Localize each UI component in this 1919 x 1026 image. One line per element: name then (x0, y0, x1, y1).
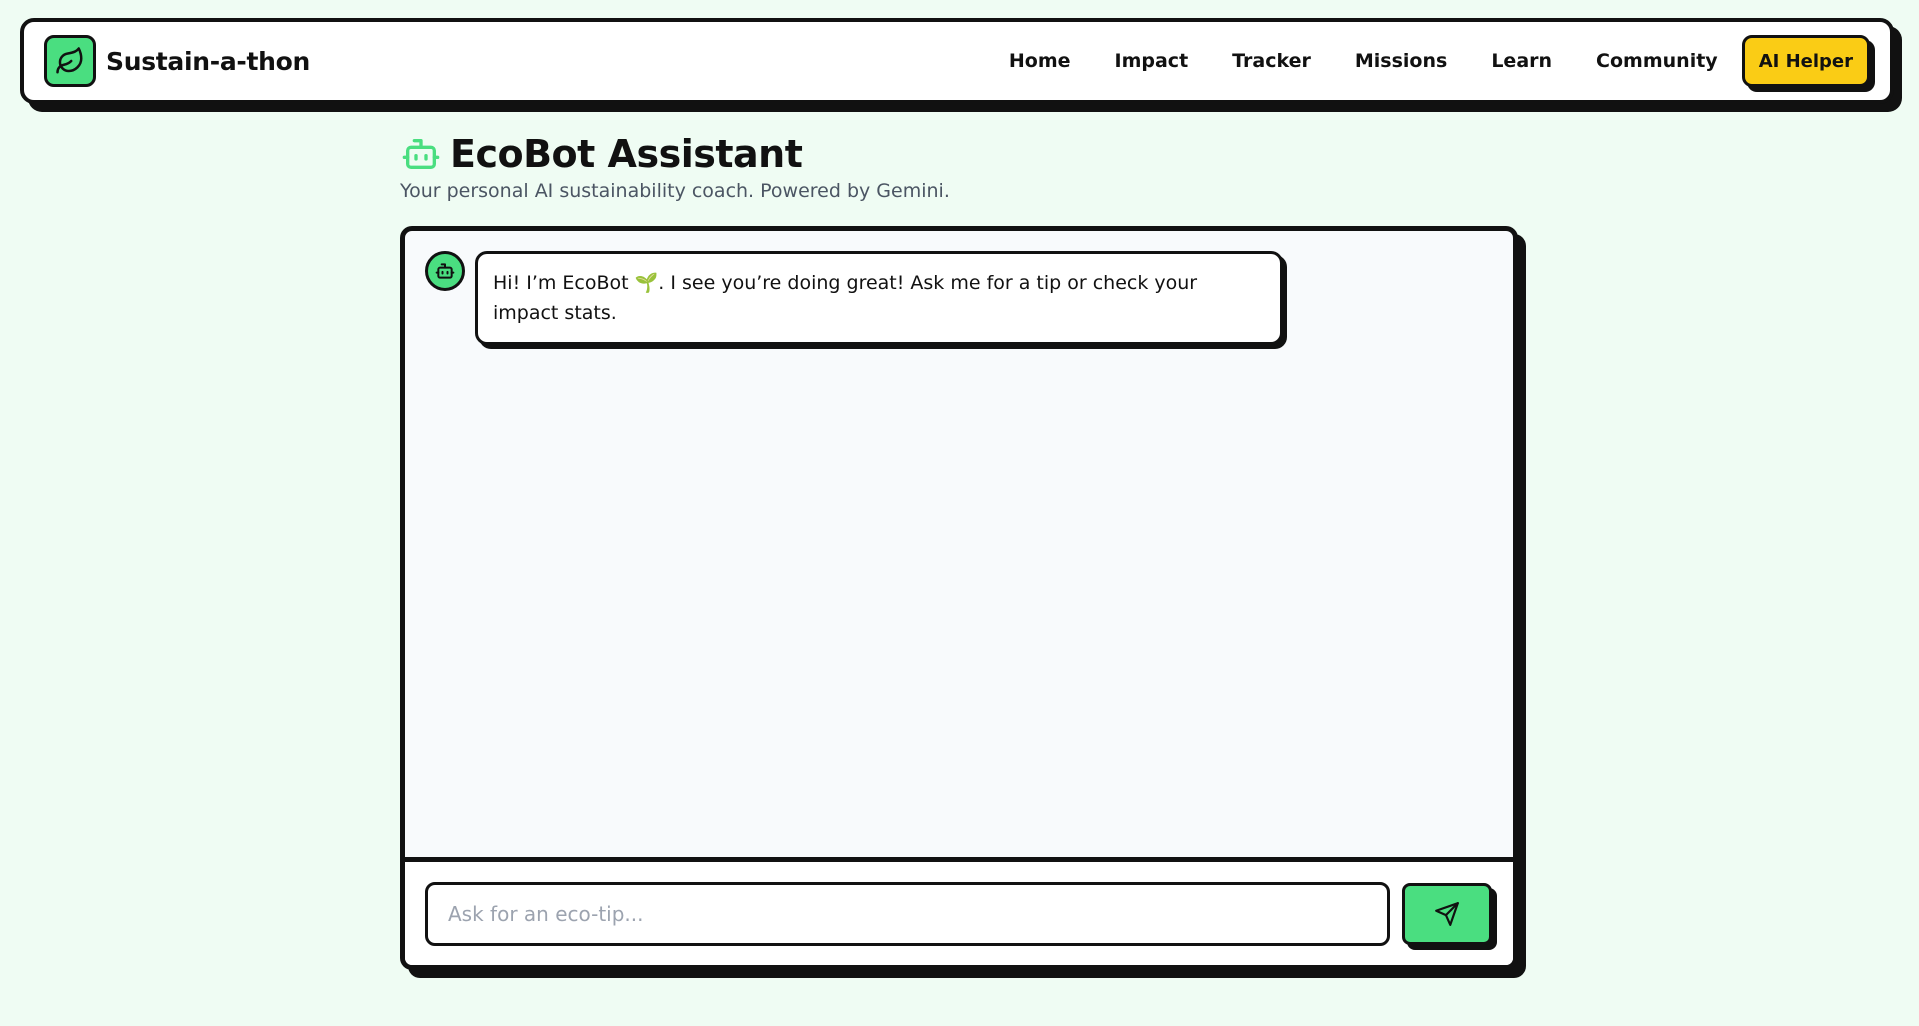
nav-link-tracker[interactable]: Tracker (1232, 50, 1311, 72)
chat-input[interactable] (425, 881, 1390, 946)
bot-message: Hi! I’m EcoBot 🌱. I see you’re doing gre… (425, 251, 1493, 345)
robot-icon (435, 263, 455, 279)
robot-icon (400, 133, 442, 175)
send-button[interactable] (1402, 882, 1492, 945)
nav-link-missions[interactable]: Missions (1355, 50, 1447, 72)
nav-link-learn[interactable]: Learn (1491, 50, 1552, 72)
chat-panel: Hi! I’m EcoBot 🌱. I see you’re doing gre… (400, 226, 1518, 970)
nav-link-impact[interactable]: Impact (1115, 50, 1189, 72)
brand-name: Sustain-a-thon (106, 46, 311, 76)
page-title: EcoBot Assistant (450, 132, 803, 176)
leaf-icon (44, 35, 96, 87)
message-bubble: Hi! I’m EcoBot 🌱. I see you’re doing gre… (475, 251, 1283, 345)
nav-links: Home Impact Tracker Missions Learn Commu… (1009, 35, 1870, 87)
bot-avatar (425, 251, 465, 291)
page-subtitle: Your personal AI sustainability coach. P… (400, 180, 950, 202)
message-list[interactable]: Hi! I’m EcoBot 🌱. I see you’re doing gre… (405, 231, 1513, 857)
chat-input-bar (405, 857, 1513, 965)
ai-helper-button[interactable]: AI Helper (1741, 35, 1870, 87)
send-icon (1435, 901, 1459, 926)
title-row: EcoBot Assistant (400, 132, 950, 176)
nav-link-community[interactable]: Community (1596, 50, 1718, 72)
brand-link[interactable]: Sustain-a-thon (44, 35, 310, 87)
page-header: EcoBot Assistant Your personal AI sustai… (400, 132, 950, 202)
nav-link-home[interactable]: Home (1009, 50, 1071, 72)
navbar: Sustain-a-thon Home Impact Tracker Missi… (20, 18, 1894, 104)
